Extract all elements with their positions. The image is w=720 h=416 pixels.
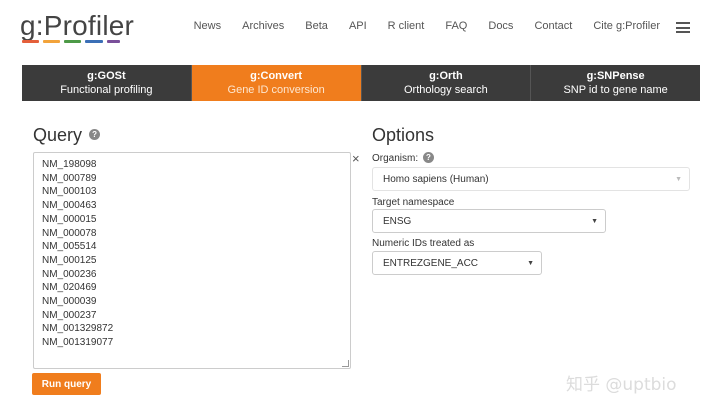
tab-title: g:GOSt (87, 70, 126, 82)
tab-gost[interactable]: g:GOSt Functional profiling (22, 65, 192, 101)
logo-bar (64, 40, 82, 43)
tab-subtitle: Gene ID conversion (227, 84, 325, 96)
numeric-ids-select[interactable]: ENTREZGENE_ACC ▼ (372, 251, 542, 275)
resize-grip-icon[interactable] (342, 360, 349, 367)
tab-subtitle: Orthology search (403, 84, 488, 96)
run-query-button[interactable]: Run query (32, 373, 101, 395)
organism-label-row: Organism: ? (372, 152, 434, 165)
target-namespace-value: ENSG (383, 216, 412, 227)
watermark: 知乎 @uptbio (566, 375, 677, 395)
logo-bar (106, 40, 120, 43)
hamburger-line (676, 31, 690, 33)
numeric-ids-label: Numeric IDs treated as (372, 238, 475, 249)
tab-subtitle: SNP id to gene name (563, 84, 668, 96)
query-line: NM_000039 (42, 296, 97, 308)
options-heading: Options (372, 125, 435, 145)
tab-gsnpense[interactable]: g:SNPense SNP id to gene name (531, 65, 700, 101)
logo-bar (43, 40, 61, 43)
tool-tabs: g:GOSt Functional profiling g:Convert Ge… (22, 65, 700, 101)
target-namespace-label: Target namespace (372, 197, 455, 208)
nav-beta[interactable]: Beta (305, 20, 328, 32)
nav-faq[interactable]: FAQ (445, 20, 467, 32)
organism-value: Homo sapiens (Human) (383, 174, 489, 185)
nav-docs[interactable]: Docs (488, 20, 513, 32)
top-header: g:Profiler News Archives Beta API R clie… (0, 0, 720, 56)
logo-bar (22, 40, 40, 43)
logo-color-bars (22, 40, 124, 43)
query-textarea[interactable]: NM_198098 NM_000789 NM_000103 NM_000463 NM_0… (33, 152, 351, 369)
chevron-down-icon: ▼ (675, 176, 682, 183)
menu-hamburger-icon[interactable] (676, 22, 690, 33)
query-line: NM_020469 (42, 282, 97, 294)
main-nav: News Archives Beta API R client FAQ Docs… (194, 20, 660, 32)
nav-archives[interactable]: Archives (242, 20, 284, 32)
query-line: NM_005514 (42, 241, 97, 253)
tab-title: g:Orth (429, 70, 463, 82)
query-line: NM_000078 (42, 227, 97, 239)
organism-select[interactable]: Homo sapiens (Human) ▼ (372, 167, 690, 191)
target-namespace-select[interactable]: ENSG ▼ (372, 209, 606, 233)
hamburger-line (676, 26, 690, 29)
nav-contact[interactable]: Contact (534, 20, 572, 32)
query-heading: Query ? (33, 125, 101, 146)
chevron-down-icon: ▼ (591, 218, 598, 225)
query-line: NM_001329872 (42, 323, 114, 335)
logo-bar (85, 40, 103, 43)
nav-news[interactable]: News (194, 20, 222, 32)
query-line: NM_000789 (42, 172, 97, 184)
nav-cite[interactable]: Cite g:Profiler (593, 20, 660, 32)
numeric-ids-value: ENTREZGENE_ACC (383, 258, 479, 269)
query-line: NM_000015 (42, 213, 97, 225)
query-line: NM_000103 (42, 186, 97, 198)
tab-title: g:Convert (250, 70, 303, 82)
query-line: NM_000463 (42, 200, 97, 212)
nav-api[interactable]: API (349, 20, 367, 32)
organism-help-icon[interactable]: ? (422, 152, 434, 163)
logo[interactable]: g:Profiler (20, 10, 134, 42)
tab-subtitle: Functional profiling (60, 84, 153, 96)
tab-gorth[interactable]: g:Orth Orthology search (361, 65, 532, 101)
query-line: NM_000237 (42, 309, 97, 321)
query-line: NM_198098 (42, 159, 97, 170)
query-help-icon[interactable]: ? (89, 128, 101, 140)
nav-r-client[interactable]: R client (388, 20, 425, 32)
query-line: NM_001319077 (42, 337, 114, 349)
query-title-text: Query (33, 125, 83, 145)
query-line: NM_000125 (42, 254, 97, 266)
clear-query-icon[interactable]: × (352, 151, 360, 166)
tab-title: g:SNPense (586, 70, 645, 82)
hamburger-line (676, 22, 690, 24)
query-line: NM_000236 (42, 268, 97, 280)
organism-label: Organism: (372, 153, 419, 165)
chevron-down-icon: ▼ (527, 260, 534, 267)
tab-gconvert[interactable]: g:Convert Gene ID conversion (191, 65, 362, 101)
